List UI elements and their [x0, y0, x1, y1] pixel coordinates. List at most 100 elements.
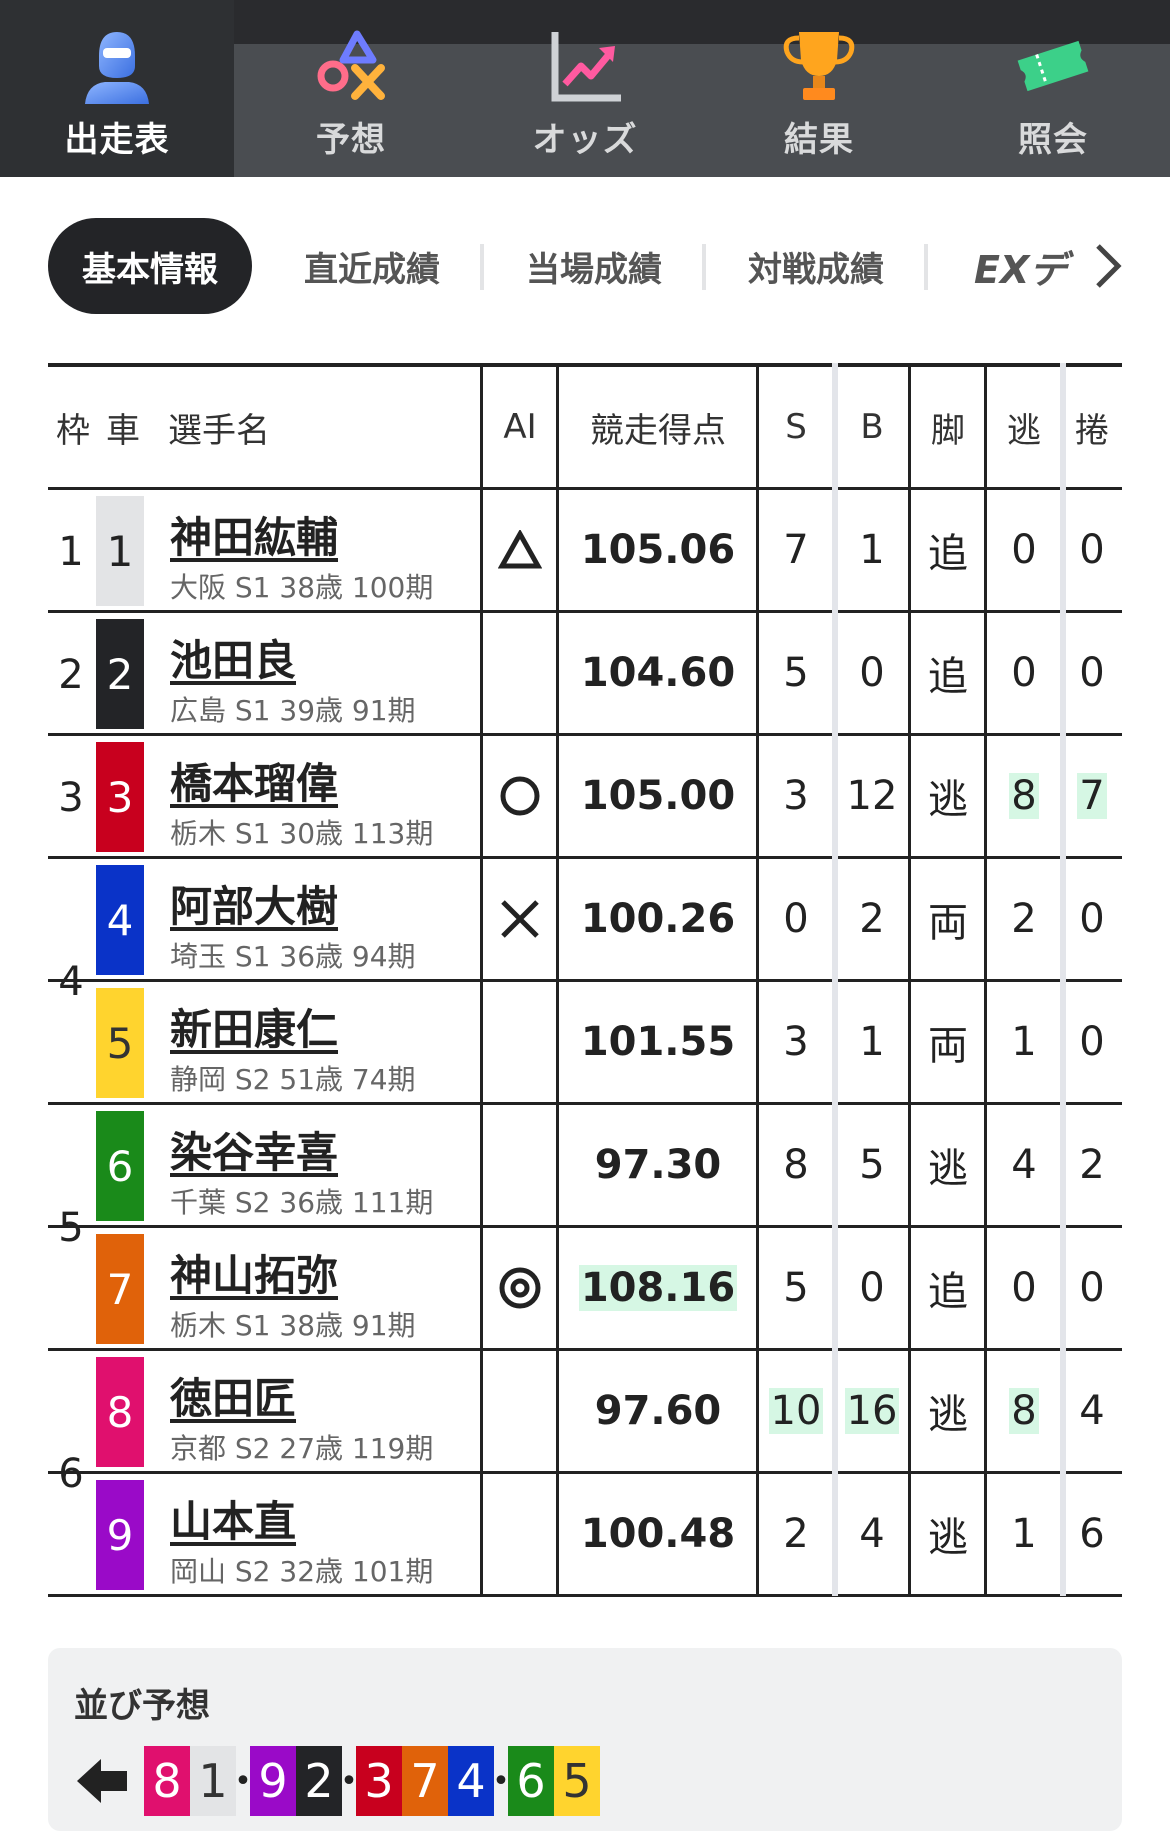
cell-value: 逃: [928, 1515, 968, 1561]
cell-b: 12: [834, 736, 910, 856]
nav-tab-prediction[interactable]: 予想: [234, 0, 468, 177]
subtab-venue[interactable]: 当場成績: [494, 218, 694, 314]
rider-name-link[interactable]: 染谷幸喜: [170, 1119, 338, 1180]
waku-number: 4: [58, 959, 84, 1005]
rider-name-link[interactable]: 神山拓弥: [170, 1242, 338, 1303]
rider-name-link[interactable]: 徳田匠: [170, 1365, 296, 1426]
car-number-badge: 1: [96, 496, 144, 606]
cell-value: 0: [859, 650, 885, 696]
cell-makuri: 0: [1062, 982, 1122, 1102]
ai-mark: [482, 859, 558, 979]
cell-value: 0: [1079, 896, 1105, 942]
chevron-right-icon[interactable]: [1088, 240, 1128, 292]
prediction-sequence: 8 1 • 9 2 • 3 7 4 • 6 5: [74, 1746, 600, 1816]
person-icon: [77, 26, 157, 106]
table-row[interactable]: 3 橋本瑠偉 栃木 S1 30歳 113期 105.00 3 12 逃 8 7: [48, 736, 1122, 859]
line-prediction-panel: 並び予想 8 1 • 9 2 • 3 7 4 • 6 5: [48, 1648, 1122, 1831]
subtab-matchup[interactable]: 対戦成績: [716, 218, 916, 314]
table-row[interactable]: 8 徳田匠 京都 S2 27歳 119期 97.60 10 16 逃 8 4: [48, 1351, 1122, 1474]
nav-tab-inquiry[interactable]: 照会: [936, 0, 1170, 177]
cell-score: 97.30: [558, 1105, 758, 1225]
subtab-ex-data[interactable]: EXデ: [974, 218, 1084, 314]
ai-mark: [482, 613, 558, 733]
table-row[interactable]: 6 染谷幸喜 千葉 S2 36歳 111期 97.30 8 5 逃 4 2: [48, 1105, 1122, 1228]
header-leg: 脚: [931, 410, 965, 451]
cell-score: 108.16: [558, 1228, 758, 1348]
rider-name-link[interactable]: 阿部大樹: [170, 873, 338, 934]
car-number-badge: 4: [96, 865, 144, 975]
cell-value: 2: [1011, 896, 1037, 942]
cell-leg: 逃: [910, 1474, 986, 1594]
cell-value: 0: [1011, 1265, 1037, 1311]
cell-value: 2: [783, 1511, 809, 1557]
car-number-badge: 9: [96, 1480, 144, 1590]
waku-number: 3: [58, 774, 84, 821]
cell-makuri: 0: [1062, 1228, 1122, 1348]
column-divider: [480, 363, 483, 1596]
tab-divider: [924, 244, 928, 290]
column-divider: [1060, 363, 1066, 1596]
cell-leg: 両: [910, 859, 986, 979]
column-divider: [908, 363, 911, 1596]
rider-details: 埼玉 S1 36歳 94期: [170, 940, 416, 973]
cell-b: 0: [834, 613, 910, 733]
subtab-basic-info[interactable]: 基本情報: [48, 218, 252, 314]
subtab-recent[interactable]: 直近成績: [272, 218, 472, 314]
group-separator-dot: •: [492, 1763, 510, 1799]
cell-leg: 追: [910, 1228, 986, 1348]
cell-score: 105.00: [558, 736, 758, 856]
column-divider: [832, 363, 838, 1596]
rider-name-link[interactable]: 池田良: [170, 627, 296, 688]
nav-tab-results[interactable]: 結果: [702, 0, 936, 177]
cell-leg: 両: [910, 982, 986, 1102]
rider-name-link[interactable]: 山本直: [170, 1488, 296, 1549]
cell-value: 5: [783, 650, 809, 696]
nav-tab-entries[interactable]: 出走表: [0, 0, 234, 177]
group-separator-dot: •: [234, 1763, 252, 1799]
cell-s: 7: [758, 490, 834, 610]
car-number-badge: 2: [96, 619, 144, 729]
car-number-badge: 6: [96, 1111, 144, 1221]
cell-value: 105.00: [580, 773, 736, 819]
cell-value: 1: [859, 527, 885, 573]
rider-name-link[interactable]: 橋本瑠偉: [170, 750, 338, 811]
table-row[interactable]: 1 神田紘輔 大阪 S1 38歳 100期 105.06 7 1 追 0 0: [48, 490, 1122, 613]
prediction-title: 並び予想: [74, 1686, 210, 1726]
rider-name-link[interactable]: 神田紘輔: [170, 504, 338, 565]
ai-mark: [482, 982, 558, 1102]
rider-name-link[interactable]: 新田康仁: [170, 996, 338, 1057]
table-row[interactable]: 4 阿部大樹 埼玉 S1 36歳 94期 100.26 0 2 両 2 0: [48, 859, 1122, 982]
cell-value: 8: [783, 1142, 809, 1188]
cell-value: 逃: [928, 777, 968, 823]
column-divider: [756, 363, 759, 1596]
header-s: S: [785, 407, 807, 447]
cell-nige: 8: [986, 1351, 1062, 1471]
top-navigation: 出走表 予想 オッズ 結果 照会: [0, 0, 1170, 177]
cell-s: 10: [758, 1351, 834, 1471]
car-number-badge: 3: [96, 742, 144, 852]
table-header: 枠 車 選手名 AI 競走得点 S B 脚 逃 捲: [48, 363, 1122, 490]
table-row[interactable]: 9 山本直 岡山 S2 32歳 101期 100.48 2 4 逃 1 6: [48, 1474, 1122, 1597]
ticket-icon: [1013, 26, 1093, 106]
table-row[interactable]: 2 池田良 広島 S1 39歳 91期 104.60 5 0 追 0 0: [48, 613, 1122, 736]
rider-details: 京都 S2 27歳 119期: [170, 1432, 434, 1465]
waku-number: 5: [58, 1205, 84, 1251]
table-row[interactable]: 7 神山拓弥 栃木 S1 38歳 91期 108.16 5 0 追 0 0: [48, 1228, 1122, 1351]
tab-divider: [702, 244, 706, 290]
cell-makuri: 4: [1062, 1351, 1122, 1471]
waku-number: 1: [58, 528, 84, 575]
table-row[interactable]: 5 新田康仁 静岡 S2 51歳 74期 101.55 3 1 両 1 0: [48, 982, 1122, 1105]
cell-value: 0: [859, 1265, 885, 1311]
cell-value: 0: [1011, 650, 1037, 696]
prediction-car-badge: 6: [508, 1746, 554, 1816]
cell-b: 5: [834, 1105, 910, 1225]
nav-tab-odds[interactable]: オッズ: [468, 0, 702, 177]
cell-value: 108.16: [578, 1265, 738, 1311]
nav-label: 照会: [1018, 120, 1088, 160]
rider-details: 静岡 S2 51歳 74期: [170, 1063, 416, 1096]
column-divider: [556, 363, 559, 1596]
cell-leg: 追: [910, 613, 986, 733]
ai-mark: [482, 736, 558, 856]
cell-s: 0: [758, 859, 834, 979]
cell-value: 1: [1011, 1019, 1037, 1065]
